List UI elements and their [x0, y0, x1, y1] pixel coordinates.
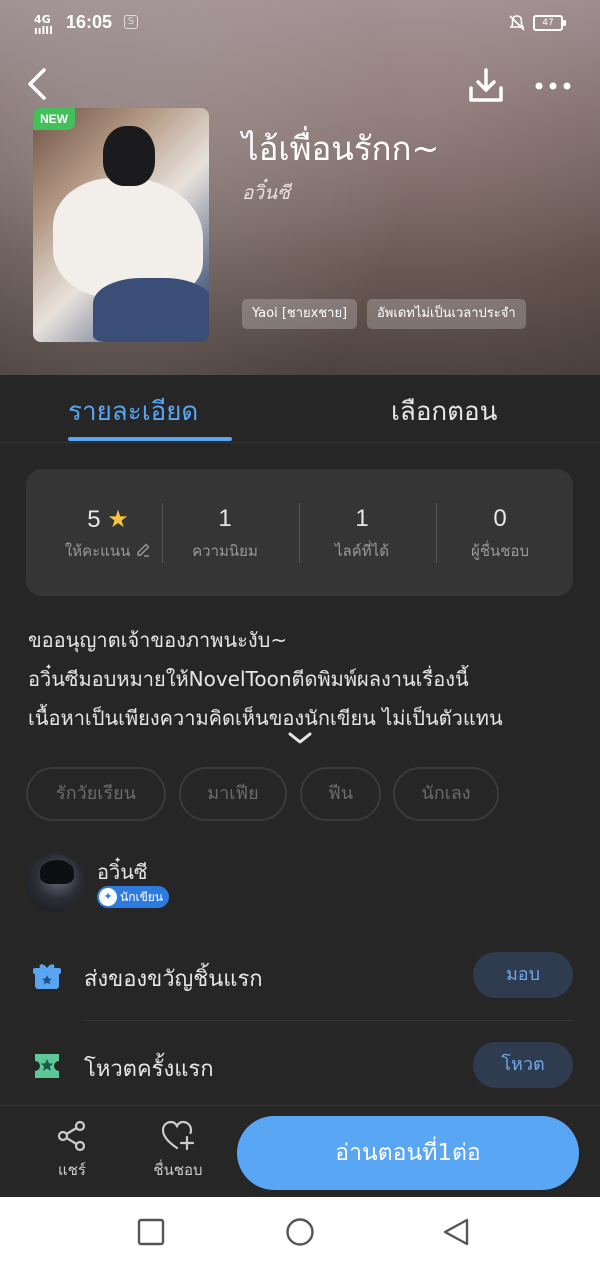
tag-update-schedule[interactable]: อัพเดทไม่เป็นเวลาประจำ	[367, 299, 526, 329]
favorites-value: 0	[493, 505, 507, 532]
share-button[interactable]: แชร์	[50, 1120, 94, 1182]
author-name[interactable]: อวิ๋นซี	[97, 856, 148, 888]
stat-likes: 1 ไลค์ที่ได้	[294, 505, 430, 563]
rating-label: ให้คะแนน	[64, 542, 131, 560]
row-divider	[84, 1020, 574, 1021]
triangle-back-icon	[443, 1218, 469, 1246]
bottom-action-bar: แชร์ ชื่นชอบ อ่านตอนที่1ต่อ	[0, 1105, 600, 1197]
edit-pencil-icon	[137, 543, 150, 557]
stat-favorites: 0 ผู้ชื่นชอบ	[432, 505, 568, 563]
stat-popularity: 1 ความนิยม	[157, 505, 293, 563]
star-icon: ★	[107, 506, 129, 533]
circle-icon	[286, 1218, 314, 1246]
genre-chip[interactable]: มาเฟีย	[179, 767, 287, 821]
book-header: 4G ıılll 16:05 S 47 NEW ไอ้เพื่อนรักก~ อ…	[0, 0, 600, 375]
active-tab-indicator	[68, 437, 232, 441]
gift-icon	[32, 961, 62, 991]
download-icon	[469, 68, 503, 102]
download-button[interactable]	[466, 66, 506, 106]
home-button[interactable]	[285, 1217, 315, 1247]
bell-off-icon	[508, 14, 526, 36]
share-label: แชร์	[58, 1161, 86, 1179]
tab-bar: รายละเอียด เลือกตอน	[0, 375, 600, 443]
popularity-value: 1	[218, 505, 232, 532]
tab-details[interactable]: รายละเอียด	[68, 391, 198, 432]
expand-description-button[interactable]	[287, 730, 313, 746]
stat-rating[interactable]: 5 ★ ให้คะแนน	[40, 505, 176, 563]
first-vote-label: โหวตครั้งแรก	[84, 1057, 214, 1082]
heart-plus-icon	[161, 1120, 195, 1151]
tag-genre[interactable]: Yaoi [ชายxชาย]	[242, 299, 358, 329]
send-gift-label: ส่งของขวัญชิ้นแรก	[84, 967, 263, 992]
square-icon	[137, 1218, 165, 1246]
popularity-label: ความนิยม	[192, 542, 258, 560]
writer-badge-icon: ✦	[99, 888, 117, 906]
more-options-button[interactable]	[533, 70, 573, 100]
favorite-button[interactable]: ชื่นชอบ	[146, 1120, 210, 1182]
description-line: อวิ๋นซีมอบหมายให้NovelToonตีดพิมพ์ผลงานเ…	[28, 667, 469, 691]
favorite-label: ชื่นชอบ	[153, 1161, 203, 1179]
rating-value: 5	[87, 506, 101, 533]
chevron-down-icon	[288, 732, 312, 744]
author-avatar[interactable]	[26, 854, 84, 912]
network-indicator: 4G ıılll	[34, 14, 53, 36]
tab-episodes[interactable]: เลือกตอน	[391, 391, 497, 432]
ticket-icon	[32, 1051, 62, 1081]
genre-chip[interactable]: ฟีน	[300, 767, 381, 821]
status-bar: 4G ıılll 16:05 S 47	[0, 0, 600, 48]
read-next-episode-button[interactable]: อ่านตอนที่1ต่อ	[237, 1116, 579, 1190]
book-title: ไอ้เพื่อนรักก~	[242, 129, 440, 168]
writer-badge-label: นักเขียน	[120, 890, 164, 904]
vote-button[interactable]: โหวต	[473, 1042, 573, 1088]
book-author[interactable]: อวิ๋นซี	[242, 178, 290, 208]
share-icon	[57, 1120, 86, 1152]
favorites-label: ผู้ชื่นชอบ	[471, 542, 529, 560]
back-button[interactable]	[22, 66, 54, 102]
give-gift-button[interactable]: มอบ	[473, 952, 573, 998]
more-dots-icon	[535, 82, 571, 90]
genre-chip[interactable]: นักเลง	[393, 767, 499, 821]
battery-icon: 47	[533, 15, 566, 31]
book-cover-image[interactable]	[33, 108, 209, 342]
likes-label: ไลค์ที่ได้	[335, 542, 389, 560]
stats-card: 5 ★ ให้คะแนน 1 ความนิยม 1 ไลค์ที่ได้ 0 ผ…	[26, 469, 573, 596]
system-navigation-bar	[0, 1197, 600, 1267]
recent-apps-button[interactable]	[136, 1217, 166, 1247]
s-notification-icon: S	[124, 15, 138, 29]
description-line: ขออนุญาตเจ้าของภาพนะงับ~	[28, 628, 288, 652]
signal-bars: ıılll	[34, 24, 53, 37]
back-nav-button[interactable]	[441, 1217, 471, 1247]
genre-chip[interactable]: รักวัยเรียน	[26, 767, 166, 821]
likes-value: 1	[355, 505, 369, 532]
clock: 16:05	[66, 12, 113, 32]
writer-badge: ✦ นักเขียน	[97, 886, 170, 908]
new-badge: NEW	[33, 108, 75, 130]
chevron-left-icon	[28, 68, 46, 100]
